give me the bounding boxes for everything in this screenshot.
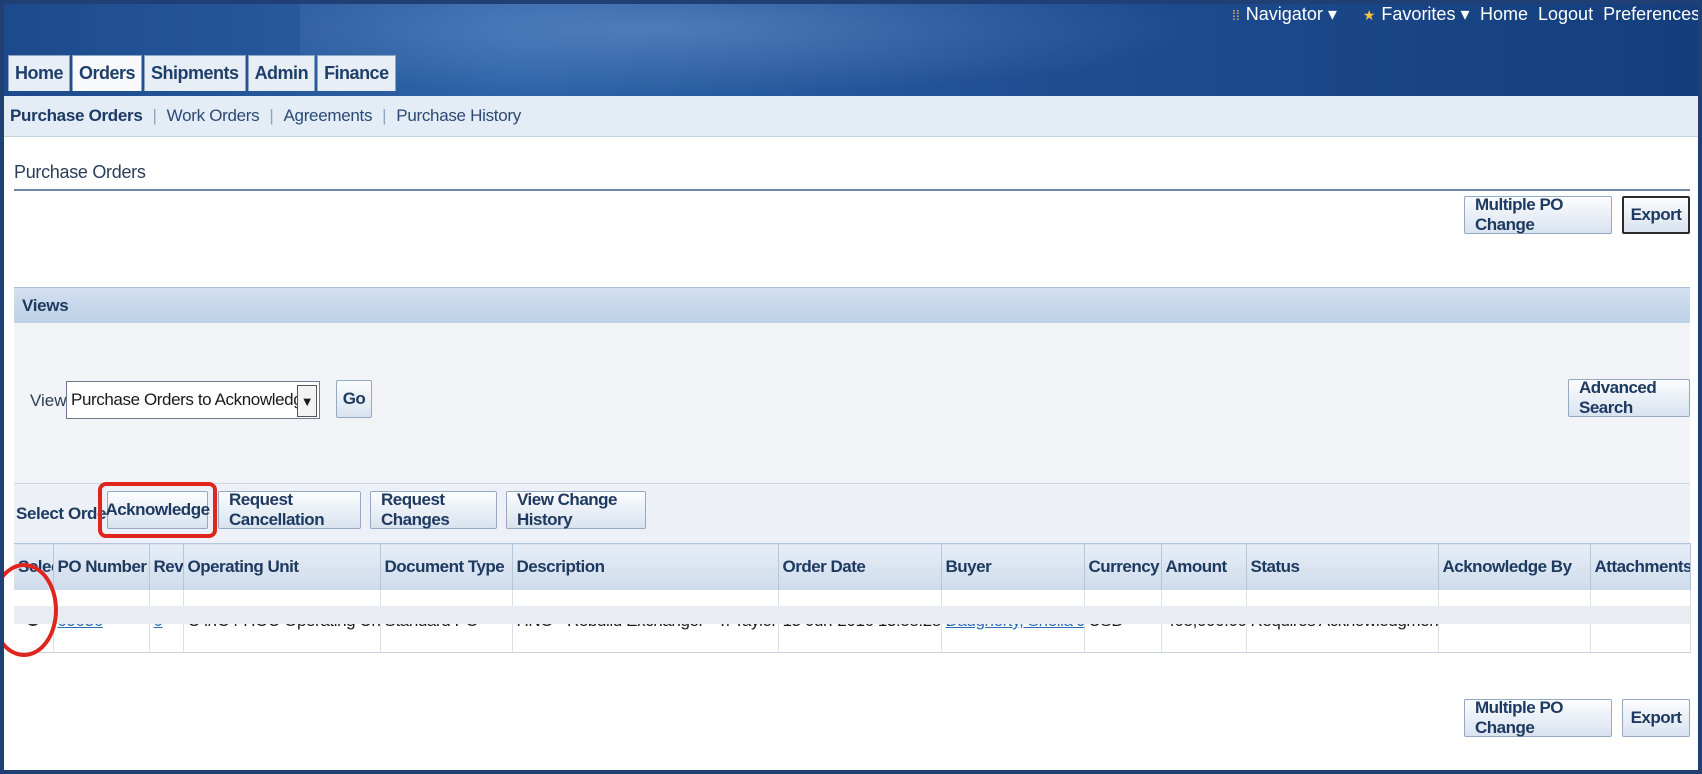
col-rev[interactable]: Rev	[149, 543, 184, 590]
col-attachments: Attachments	[1590, 543, 1691, 590]
global-nav-left: ⁞⁞ Navigator ▾ ★ Favorites ▾	[1232, 4, 1469, 25]
view-select-value: Purchase Orders to Acknowledge	[71, 390, 312, 409]
main-tabs: Home Orders Shipments Admin Finance	[8, 55, 396, 91]
view-select[interactable]: Purchase Orders to Acknowledge ▼	[66, 381, 320, 419]
col-acknowledge-by[interactable]: Acknowledge By	[1438, 543, 1591, 590]
tab-finance[interactable]: Finance	[317, 55, 396, 91]
col-status[interactable]: Status	[1246, 543, 1439, 590]
table-footer	[14, 606, 1690, 624]
tab-orders[interactable]: Orders	[72, 55, 143, 91]
col-amount[interactable]: Amount	[1161, 543, 1247, 590]
subtab-purchase-orders[interactable]: Purchase Orders	[0, 106, 153, 126]
col-po-number[interactable]: PO Number	[53, 543, 150, 590]
col-document-type[interactable]: Document Type	[380, 543, 513, 590]
tab-shipments[interactable]: Shipments	[144, 55, 246, 91]
logout-link[interactable]: Logout	[1538, 4, 1593, 25]
export-button-top[interactable]: Export	[1622, 196, 1690, 234]
go-button[interactable]: Go	[336, 380, 372, 418]
title-divider	[14, 189, 1690, 191]
header-banner: ⁞⁞ Navigator ▾ ★ Favorites ▾ Home Logout P…	[0, 0, 1702, 96]
col-currency[interactable]: Currency	[1084, 543, 1162, 590]
chevron-down-icon[interactable]: ▼	[297, 385, 317, 417]
navigator-label: Navigator ▾	[1245, 4, 1337, 24]
multiple-po-change-button-bottom[interactable]: Multiple PO Change	[1464, 698, 1612, 737]
favorites-label: Favorites ▾	[1381, 4, 1470, 24]
table-header-row: Select PO Number Rev Operating Unit Docu…	[14, 543, 1691, 590]
advanced-search-button[interactable]: Advanced Search	[1568, 378, 1690, 417]
subtab-work-orders[interactable]: Work Orders	[157, 106, 270, 126]
multiple-po-change-button-top[interactable]: Multiple PO Change	[1464, 195, 1612, 234]
favorites-icon: ★	[1362, 7, 1376, 23]
favorites-menu[interactable]: ★ Favorites ▾	[1363, 4, 1470, 25]
page-title: Purchase Orders	[14, 162, 146, 182]
home-link[interactable]: Home	[1480, 4, 1528, 25]
col-description[interactable]: Description	[512, 543, 779, 590]
preferences-link[interactable]: Preferences	[1603, 4, 1700, 25]
highlight-acknowledge	[98, 482, 217, 538]
global-nav-right: Home Logout Preferences	[1480, 4, 1700, 25]
views-header: Views	[14, 287, 1690, 323]
subtab-bar: Purchase Orders | Work Orders | Agreemen…	[0, 96, 1702, 137]
col-order-date[interactable]: Order Date	[778, 543, 942, 590]
export-button-bottom[interactable]: Export	[1622, 699, 1690, 737]
view-change-history-button[interactable]: View Change History	[506, 490, 646, 529]
request-cancellation-button[interactable]: Request Cancellation	[218, 490, 361, 529]
request-changes-button[interactable]: Request Changes	[370, 490, 497, 529]
navigator-icon: ⁞⁞	[1232, 7, 1240, 23]
col-buyer[interactable]: Buyer	[941, 543, 1085, 590]
navigator-menu[interactable]: ⁞⁞ Navigator ▾	[1232, 4, 1337, 25]
view-label: View	[30, 391, 67, 410]
purchase-orders-table: Select PO Number Rev Operating Unit Docu…	[14, 543, 1691, 653]
tab-admin[interactable]: Admin	[247, 55, 316, 91]
subtab-agreements[interactable]: Agreements	[274, 106, 383, 126]
tab-home[interactable]: Home	[8, 55, 71, 91]
col-operating-unit[interactable]: Operating Unit	[183, 543, 381, 590]
app-frame: ⁞⁞ Navigator ▾ ★ Favorites ▾ Home Logout P…	[0, 0, 1702, 774]
subtab-purchase-history[interactable]: Purchase History	[386, 106, 531, 126]
